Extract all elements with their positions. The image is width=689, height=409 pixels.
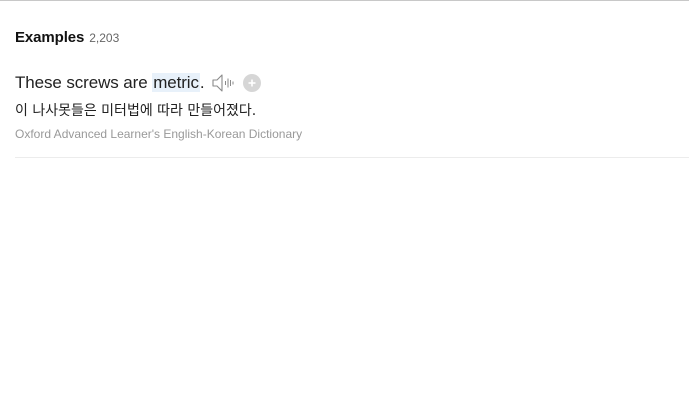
- top-divider: [0, 0, 689, 1]
- speaker-icon[interactable]: [211, 72, 237, 94]
- example-sentence-row: These screws are metric.: [15, 70, 261, 96]
- plus-icon[interactable]: [242, 74, 261, 92]
- sentence-before: These screws are: [15, 73, 153, 92]
- sentence-highlight-word[interactable]: metric: [152, 73, 200, 92]
- example-source: Oxford Advanced Learner's English-Korean…: [15, 127, 303, 141]
- examples-title: Examples: [15, 29, 85, 46]
- examples-header: Examples 2,203: [15, 29, 119, 46]
- example-item: These screws are metric. 이 나사못들은 미터법에 따라…: [15, 70, 689, 158]
- examples-count: 2,203: [89, 31, 120, 45]
- example-translation: 이 나사못들은 미터법에 따라 만들어졌다.: [15, 103, 257, 119]
- example-sentence: These screws are metric.: [15, 73, 205, 93]
- sentence-after: .: [199, 73, 205, 92]
